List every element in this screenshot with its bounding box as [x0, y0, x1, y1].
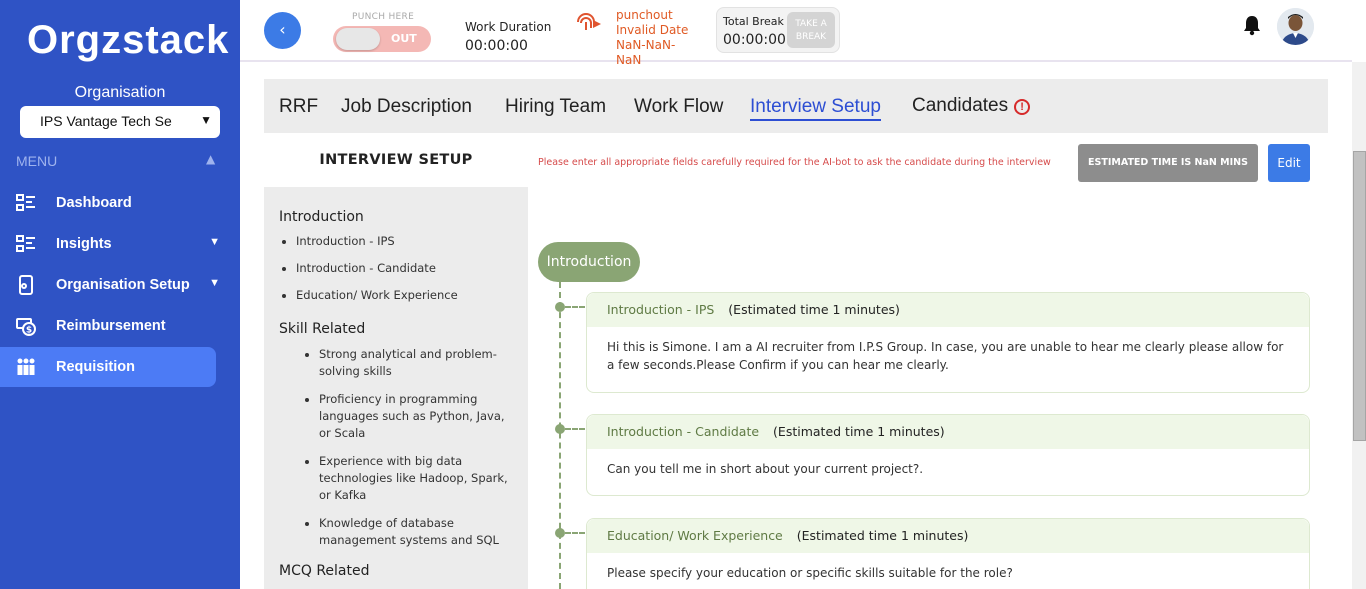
outline-section-title: MCQ Related [279, 563, 370, 579]
team-icon [16, 357, 36, 377]
take-break-button[interactable]: TAKE A BREAK [787, 12, 835, 48]
question-text: Hi this is Simone. I am a AI recruiter f… [607, 340, 1284, 372]
sidebar-item-label: Requisition [56, 359, 135, 375]
outline-section-title: Introduction [279, 209, 364, 225]
estimated-time-button[interactable]: ESTIMATED TIME IS NaN MINS [1078, 144, 1258, 182]
sidebar-item-label: Dashboard [56, 195, 132, 211]
question-text: Please specify your education or specifi… [607, 566, 1013, 580]
outline-list: Strong analytical and problem-solving sk… [319, 346, 509, 549]
outline-item[interactable]: Experience with big data technologies li… [319, 453, 509, 504]
question-header: Introduction - IPS (Estimated time 1 min… [587, 293, 1309, 327]
sidebar-item-organisation-setup[interactable]: Organisation Setup ▼ [0, 265, 220, 305]
list-icon [16, 193, 36, 213]
work-duration-value: 00:00:00 [465, 38, 528, 54]
toggle-knob [336, 28, 380, 50]
outline-item[interactable]: Proficiency in programming languages suc… [319, 391, 509, 442]
outline-section-title: Skill Related [279, 321, 366, 337]
money-refresh-icon: $ [16, 316, 36, 336]
warning-icon: ! [1014, 99, 1031, 115]
chevron-down-icon: ▼ [209, 236, 220, 248]
tab-interview-setup[interactable]: Interview Setup [750, 96, 881, 121]
timeline-connector [565, 428, 585, 430]
punch-label: PUNCH HERE [352, 12, 415, 22]
outline-item[interactable]: Education/ Work Experience [296, 288, 528, 303]
app-logo: Orgzstack [27, 18, 230, 62]
organisation-select[interactable]: IPS Vantage Tech Se ▼ [20, 106, 220, 138]
tab-hiring-team[interactable]: Hiring Team [505, 96, 606, 118]
question-text: Can you tell me in short about your curr… [607, 462, 924, 476]
question-card[interactable]: Introduction - IPS (Estimated time 1 min… [586, 292, 1310, 393]
question-title: Introduction - Candidate [607, 424, 760, 439]
punchout-status: punchout Invalid Date NaN-NaN- NaN [616, 8, 696, 68]
organisation-label: Organisation [74, 84, 166, 101]
menu-label: MENU [16, 153, 58, 169]
fingerprint-icon [575, 10, 603, 40]
question-header: Introduction - Candidate (Estimated time… [587, 415, 1309, 449]
chevron-down-icon: ▼ [200, 113, 212, 127]
sidebar-item-label: Insights [56, 236, 112, 252]
organisation-select-value: IPS Vantage Tech Se [40, 113, 172, 129]
tab-bar: RRF Job Description Hiring Team Work Flo… [264, 79, 1328, 133]
outline-item[interactable]: Introduction - Candidate [296, 261, 528, 276]
punchout-date-part: NaN [616, 53, 642, 67]
bell-icon[interactable] [1242, 14, 1262, 36]
timeline-section-label: Introduction [538, 242, 640, 282]
list-icon [16, 234, 36, 254]
question-estimate: (Estimated time 1 minutes) [796, 528, 969, 543]
punch-toggle[interactable]: OUT [333, 26, 431, 52]
total-break-value: 00:00:00 [723, 32, 786, 48]
instruction-message: Please enter all appropriate fields care… [538, 157, 1051, 168]
tab-label: Candidates [912, 95, 1009, 116]
take-break-label: TAKE A [795, 19, 827, 29]
timeline-connector [565, 532, 585, 534]
chevron-down-icon: ▼ [209, 277, 220, 289]
total-break-label: Total Break [723, 15, 784, 28]
top-bar: ‹ PUNCH HERE OUT Work Duration 00:00:00 … [240, 0, 1352, 67]
page-scrollbar[interactable] [1352, 62, 1366, 589]
timeline-dot [555, 302, 565, 312]
question-estimate: (Estimated time 1 minutes) [773, 424, 945, 439]
sidebar-item-requisition[interactable]: Requisition [0, 347, 216, 387]
outline-title: INTERVIEW SETUP [264, 133, 528, 187]
sidebar: Orgzstack Organisation IPS Vantage Tech … [0, 0, 240, 589]
svg-text:$: $ [26, 326, 32, 336]
timeline-dot [555, 528, 565, 538]
question-title: Introduction - IPS [607, 302, 715, 317]
question-estimate: (Estimated time 1 minutes) [728, 302, 900, 317]
timeline-connector [565, 306, 585, 308]
timeline-line [559, 282, 561, 589]
sidebar-item-reimbursement[interactable]: $ Reimbursement [0, 306, 216, 346]
question-card[interactable]: Education/ Work Experience (Estimated ti… [586, 518, 1310, 589]
timeline-dot [555, 424, 565, 434]
punch-state: OUT [391, 32, 417, 45]
question-title: Education/ Work Experience [607, 528, 783, 543]
edit-button[interactable]: Edit [1268, 144, 1310, 182]
outline-item[interactable]: Knowledge of database management systems… [319, 515, 509, 549]
punchout-date-part: NaN-NaN- [616, 38, 676, 52]
sidebar-item-label: Reimbursement [56, 318, 166, 334]
back-button[interactable]: ‹ [264, 12, 301, 49]
outline-item[interactable]: Introduction - IPS [296, 234, 528, 249]
scrollbar-thumb[interactable] [1353, 151, 1366, 441]
tab-job-description[interactable]: Job Description [341, 96, 472, 118]
punchout-date: Invalid Date [616, 23, 689, 37]
outline-item[interactable]: Strong analytical and problem-solving sk… [319, 346, 509, 380]
question-header: Education/ Work Experience (Estimated ti… [587, 519, 1309, 553]
take-break-label: BREAK [795, 32, 827, 42]
tab-candidates[interactable]: Candidates! [912, 95, 1031, 117]
sidebar-item-dashboard[interactable]: Dashboard [0, 183, 216, 223]
punchout-label: punchout [616, 8, 673, 22]
outline-list: Introduction - IPS Introduction - Candid… [296, 234, 528, 303]
work-duration-label: Work Duration [465, 20, 552, 34]
sidebar-item-label: Organisation Setup [56, 277, 190, 293]
tab-work-flow[interactable]: Work Flow [634, 96, 723, 118]
sidebar-item-insights[interactable]: Insights ▼ [0, 224, 220, 264]
interview-outline: Introduction Introduction - IPS Introduc… [264, 187, 528, 589]
avatar[interactable] [1277, 8, 1314, 45]
chevron-up-icon[interactable]: ▲ [206, 152, 215, 166]
total-break-box: Total Break 00:00:00 TAKE A BREAK [716, 7, 840, 53]
device-gear-icon [16, 275, 36, 295]
question-card[interactable]: Introduction - Candidate (Estimated time… [586, 414, 1310, 496]
tab-rrf[interactable]: RRF [279, 96, 318, 118]
